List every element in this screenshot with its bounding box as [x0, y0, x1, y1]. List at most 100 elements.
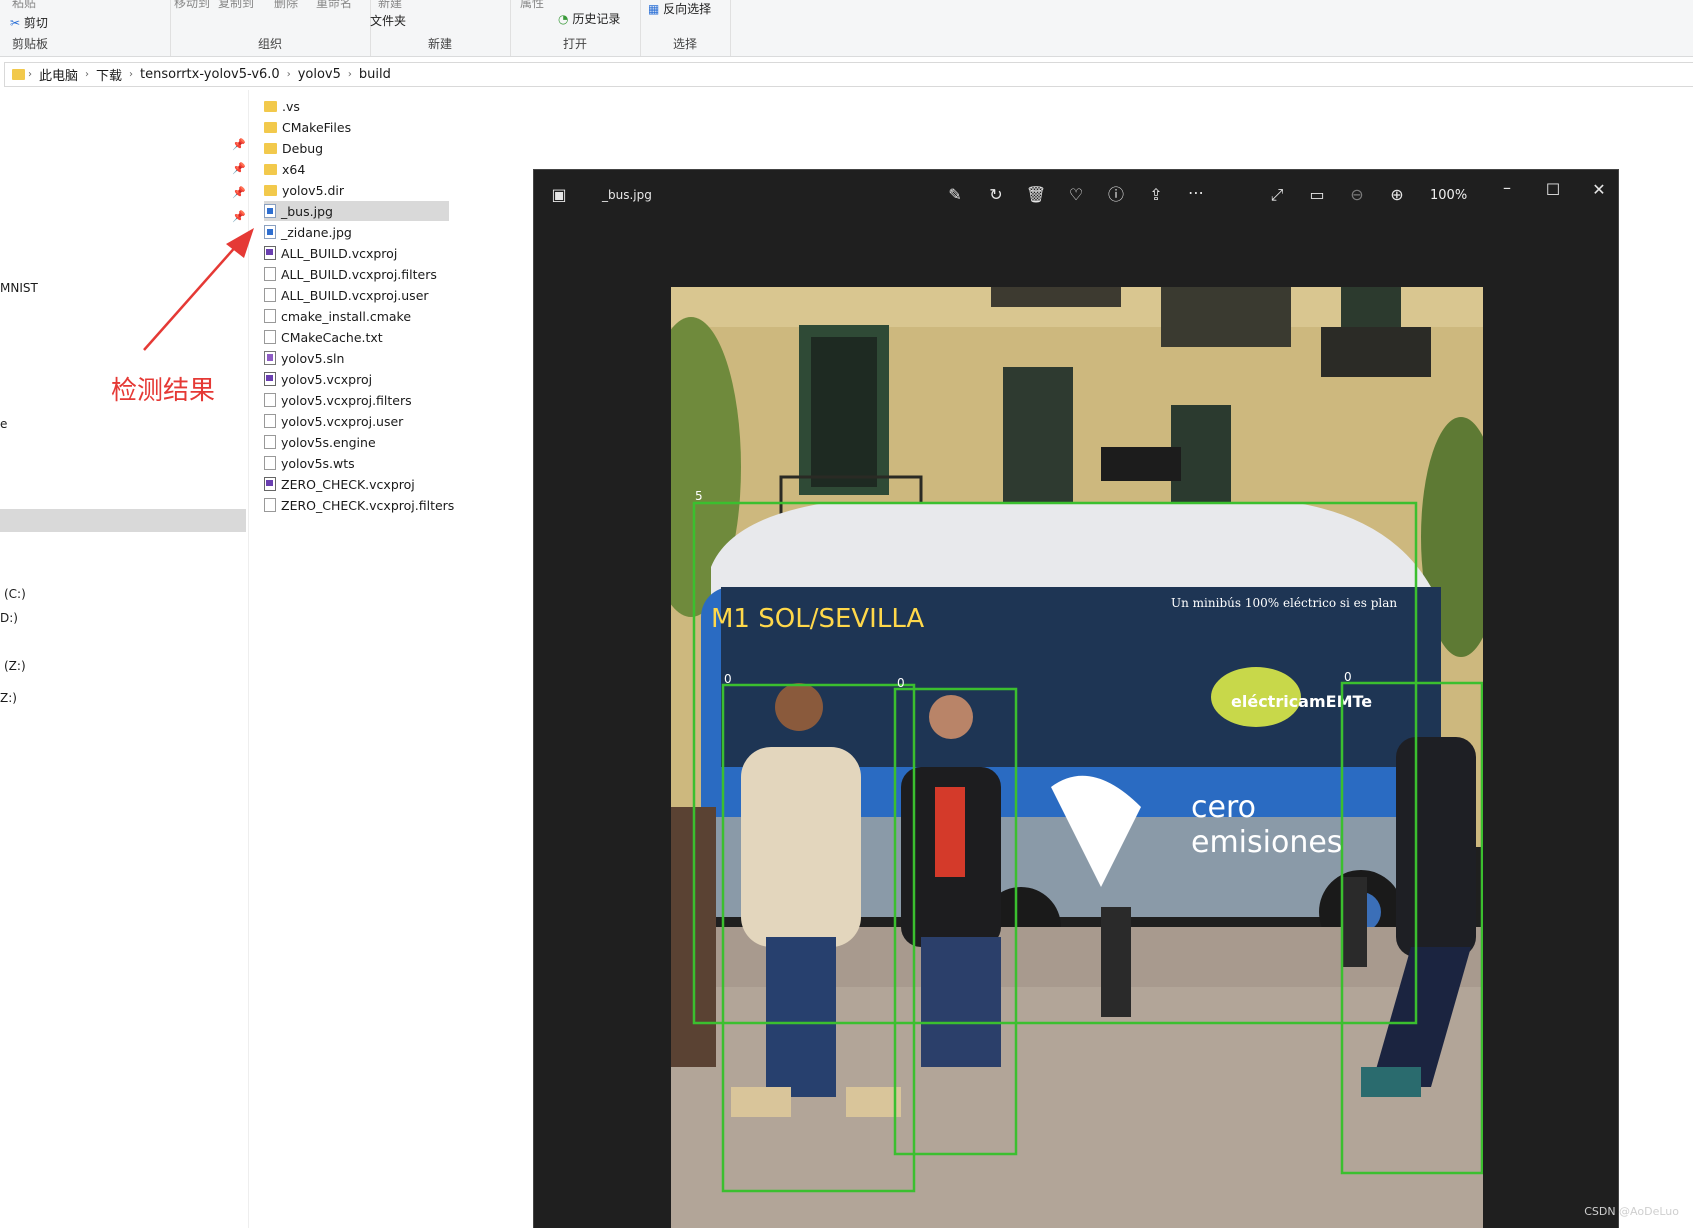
copy-to-button[interactable]: 复制到: [218, 0, 254, 11]
file-item[interactable]: .vs: [264, 96, 448, 116]
file-item[interactable]: yolov5.dir: [264, 180, 448, 200]
file-item[interactable]: ZERO_CHECK.vcxproj.filters: [264, 495, 454, 515]
address-bar[interactable]: › 此电脑 › 下载 › tensorrtx-yolov5-v6.0 › yol…: [4, 62, 1693, 87]
invert-select-icon: ▦: [648, 2, 660, 16]
rename-button[interactable]: 重命名: [316, 0, 352, 11]
breadcrumb-this-pc[interactable]: 此电脑: [39, 65, 78, 84]
window-pane: [811, 337, 877, 487]
zoom-out-icon[interactable]: ⊖: [1346, 187, 1368, 203]
file-name: x64: [282, 161, 306, 177]
breadcrumb-yolov5[interactable]: yolov5: [298, 67, 341, 82]
group-label-new: 新建: [427, 37, 452, 51]
balcony: [991, 287, 1121, 307]
file-item[interactable]: ZERO_CHECK.vcxproj: [264, 474, 448, 494]
close-icon[interactable]: ✕: [1588, 182, 1610, 198]
delete-button[interactable]: 删除: [274, 0, 298, 11]
ribbon-group-organize: 移动到 复制到 删除 重命名 组织: [170, 0, 371, 56]
file-name: .vs: [282, 98, 300, 114]
breadcrumb-tensorrtx[interactable]: tensorrtx-yolov5-v6.0: [140, 67, 280, 82]
nav-drive-z2[interactable]: Z:): [0, 691, 17, 705]
person-jeans: [921, 937, 1001, 1067]
info-icon[interactable]: ⓘ: [1105, 187, 1127, 203]
bollard: [1341, 877, 1367, 967]
minimize-icon[interactable]: –: [1496, 180, 1518, 196]
file-name: yolov5s.wts: [281, 455, 355, 471]
move-to-button[interactable]: 移动到: [174, 0, 210, 11]
watermark: CSDN @AoDeLuo: [1584, 1205, 1679, 1218]
chevron-right-icon: ›: [129, 69, 134, 80]
annotation-label: 检测结果: [111, 376, 216, 406]
fit-to-window-icon[interactable]: ▭: [1306, 187, 1328, 203]
rotate-icon[interactable]: ↻: [985, 187, 1007, 203]
file-item[interactable]: x64: [264, 159, 448, 179]
invert-selection-button[interactable]: ▦ 反向选择: [648, 0, 711, 17]
breadcrumb-build[interactable]: build: [359, 67, 391, 82]
sign: [1101, 447, 1181, 481]
folder-icon: [12, 69, 25, 80]
person-shoe: [1361, 1067, 1421, 1097]
delete-icon[interactable]: 🗑: [1025, 187, 1047, 203]
person-head: [775, 683, 823, 731]
file-name: _bus.jpg: [281, 203, 333, 219]
history-button[interactable]: ◔ 历史记录: [558, 10, 620, 27]
pin-icon[interactable]: 📌: [232, 162, 246, 175]
more-options-icon[interactable]: ⋯: [1185, 185, 1207, 201]
ribbon-group-clipboard: 粘贴 ✂ 剪切 剪贴板: [0, 0, 171, 56]
file-item[interactable]: _bus.jpg: [264, 201, 449, 221]
favorite-heart-icon[interactable]: ♡: [1065, 187, 1087, 203]
ribbon-group-open: 属性 ◔ 历史记录 打开: [510, 0, 641, 56]
bollard: [1101, 907, 1131, 1017]
document-icon: [264, 456, 276, 470]
nav-item-e[interactable]: e: [0, 417, 7, 431]
file-item[interactable]: yolov5s.wts: [264, 453, 448, 473]
nav-selected-item[interactable]: [0, 509, 246, 532]
share-icon[interactable]: ⇪: [1145, 187, 1167, 203]
zoom-level[interactable]: 100%: [1430, 188, 1467, 203]
file-name: CMakeFiles: [282, 119, 352, 135]
balcony: [1321, 327, 1431, 377]
fullscreen-icon[interactable]: ⤢: [1266, 187, 1288, 203]
maximize-icon[interactable]: ☐: [1542, 182, 1564, 198]
file-name: ZERO_CHECK.vcxproj: [281, 476, 415, 492]
nav-drive-z[interactable]: (Z:): [4, 659, 26, 673]
file-item[interactable]: Debug: [264, 138, 448, 158]
person-shoe: [731, 1087, 791, 1117]
pin-icon[interactable]: 📌: [232, 210, 246, 223]
file-item[interactable]: CMakeFiles: [264, 117, 448, 137]
nav-drive-d[interactable]: D:): [0, 611, 18, 625]
chevron-right-icon: ›: [347, 69, 352, 80]
file-name: yolov5.dir: [282, 182, 345, 198]
cut-button[interactable]: ✂ 剪切: [10, 14, 48, 31]
edit-image-icon[interactable]: ✎: [944, 187, 966, 203]
group-label-organize: 组织: [257, 37, 282, 51]
viewer-title: _bus.jpg: [602, 188, 652, 202]
person-jacket: [1396, 737, 1476, 957]
zoom-in-icon[interactable]: ⊕: [1386, 187, 1408, 203]
viewer-toolbar: ▣ _bus.jpg ✎ ↻ 🗑 ♡ ⓘ ⇪ ⋯ ⤢ ▭ ⊖ ⊕ 100% – …: [534, 170, 1618, 220]
chevron-right-icon: ›: [286, 69, 291, 80]
folder-icon: [264, 100, 277, 112]
properties-button[interactable]: 属性: [520, 0, 544, 11]
breadcrumb-downloads[interactable]: 下载: [96, 65, 122, 84]
nav-item-mnist[interactable]: MNIST: [0, 281, 38, 295]
bus-route-text: M1 SOL/SEVILLA: [711, 604, 924, 634]
document-icon: [264, 435, 276, 449]
photo-viewer-window: ▣ _bus.jpg ✎ ↻ 🗑 ♡ ⓘ ⇪ ⋯ ⤢ ▭ ⊖ ⊕ 100% – …: [534, 170, 1618, 1228]
pin-icon[interactable]: 📌: [232, 186, 246, 199]
detection-label: 0: [1344, 670, 1352, 684]
new-folder-button[interactable]: 文件夹: [370, 12, 406, 29]
nav-drive-c[interactable]: (C:): [4, 587, 26, 601]
photos-app-icon: ▣: [551, 185, 567, 204]
pin-icon[interactable]: 📌: [232, 138, 246, 151]
project-file-icon: [264, 477, 276, 491]
detection-label: 5: [695, 489, 703, 503]
file-name: yolov5s.engine: [281, 434, 376, 450]
paste-label[interactable]: 粘贴: [12, 0, 36, 11]
scissors-icon: ✂: [10, 16, 21, 30]
ribbon-group-new: 新建 文件夹 新建: [370, 0, 511, 56]
file-item[interactable]: yolov5s.engine: [264, 432, 448, 452]
file-item[interactable]: yolov5.vcxproj.user: [264, 411, 448, 431]
image-file-icon: [264, 204, 276, 218]
folder-icon: [264, 184, 277, 196]
person-jeans: [766, 937, 836, 1097]
